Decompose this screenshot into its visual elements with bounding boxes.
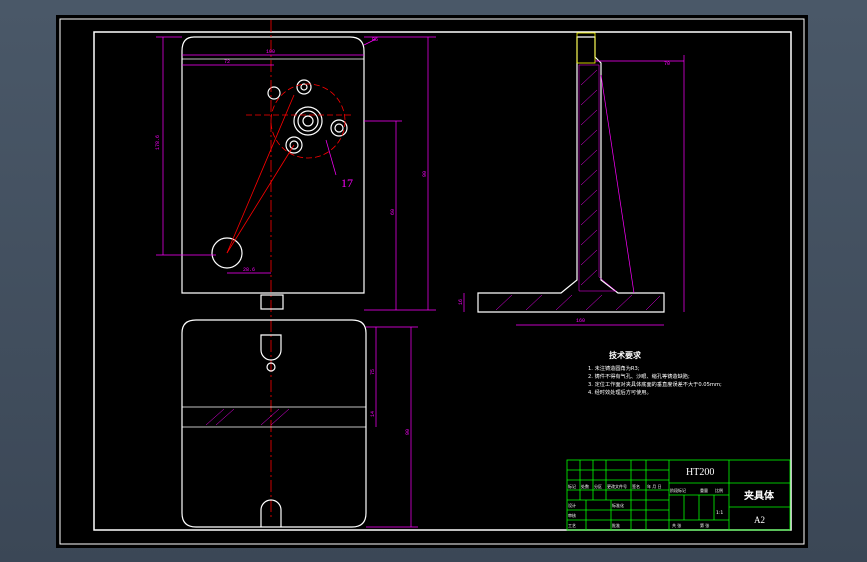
tb-change-doc: 更改文件号: [607, 483, 627, 489]
tb-review: 审核: [568, 512, 576, 518]
dim-left-offset: 72: [224, 59, 230, 65]
tb-designer: 设计: [568, 502, 576, 508]
dim-inner-height: 60: [390, 209, 396, 215]
front-dimensions: [156, 36, 436, 311]
tech-req-title: 技术要求: [609, 350, 642, 360]
tb-process: 工艺: [568, 523, 576, 528]
dim-lower-h2: 90: [405, 429, 411, 435]
front-view: [181, 36, 365, 294]
tb-date: 年 月 日: [647, 483, 662, 489]
top-view: [181, 294, 367, 528]
dim-main-height: 178.6: [155, 135, 161, 150]
side-dimensions: [463, 55, 685, 326]
tb-sheet-size: A2: [754, 515, 765, 525]
tb-material: HT200: [686, 467, 714, 478]
tb-zone: 分区: [594, 483, 602, 489]
tb-approve: 批准: [612, 522, 620, 528]
dim-radius-note: R5: [372, 37, 378, 43]
tech-req-item-1: 1. 未注铸造圆角为R3;: [588, 364, 640, 372]
tech-req-item-2: 2. 铸件不得有气孔、沙眼、缩孔等铸造缺陷;: [588, 372, 690, 380]
tb-mark: 标记: [568, 483, 576, 489]
tb-stage-mark: 阶段标记: [670, 487, 686, 493]
dim-side-base: 160: [576, 318, 585, 324]
dim-lower-h1: 75: [370, 369, 376, 375]
top-hatch: [205, 408, 290, 426]
tb-weight: 重量: [700, 487, 708, 493]
dim-lower-small: 14: [370, 411, 376, 417]
tb-part-name: 夹具体: [744, 489, 775, 502]
cad-viewport[interactable]: 100 72 178.6 90 60 28.6 R5 17 70 160 16: [56, 15, 808, 548]
tech-req-item-4: 4. 经时效处理后方可使用。: [588, 388, 652, 396]
dim-bottom-offset: 28.6: [243, 267, 255, 273]
tb-sheet-no: 第 张: [700, 522, 709, 528]
tb-scale: 1:1: [716, 510, 723, 516]
tech-req-item-3: 3. 定位工作面对夹具体底面的垂直度误差不大于0.05mm;: [588, 380, 722, 388]
part-callout: 17: [341, 176, 353, 190]
top-dimensions: [366, 326, 418, 528]
dim-top-width: 100: [266, 49, 275, 55]
outer-border: [59, 18, 805, 545]
inner-border: [93, 31, 792, 531]
dim-side-base-thk: 16: [458, 299, 464, 305]
tb-standardize: 标准化: [612, 502, 624, 508]
tb-signature: 签名: [632, 483, 640, 489]
cad-drawing: 100 72 178.6 90 60 28.6 R5 17 70 160 16: [59, 18, 805, 545]
tb-sheets-total: 共 张: [672, 522, 681, 528]
side-view: [477, 32, 665, 313]
tb-ratio: 比例: [715, 487, 723, 493]
dim-right-height: 90: [422, 171, 428, 177]
dim-side-width: 70: [664, 61, 670, 67]
tb-count: 处数: [581, 483, 589, 489]
side-hatch: [495, 64, 661, 311]
